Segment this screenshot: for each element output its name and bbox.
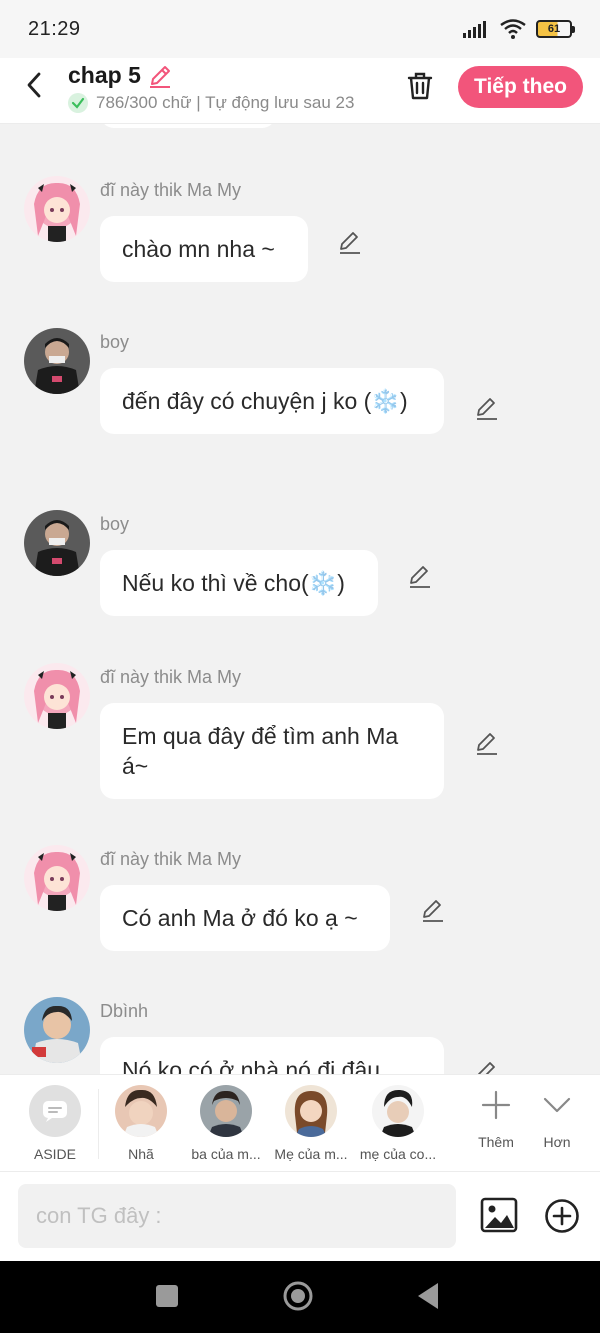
input-bar [0, 1172, 600, 1261]
message-text: Nếu ko thì về cho(❄️) [122, 570, 345, 596]
trash-icon[interactable] [404, 70, 436, 102]
aside-chat-icon [29, 1085, 81, 1137]
edit-title-icon[interactable] [147, 63, 173, 89]
message-bubble[interactable]: chào mn nha ~ [100, 216, 308, 282]
character-item[interactable]: ba của m... [183, 1085, 269, 1162]
recent-apps-icon[interactable] [156, 1285, 178, 1307]
avatar[interactable] [24, 997, 90, 1063]
message-bubble[interactable]: Nó ko có ở nhà nó đi đâu [100, 1037, 444, 1074]
add-character-button[interactable]: Thêm [466, 1089, 526, 1150]
sender-name: đĩ này thik Ma My [100, 849, 242, 869]
sender-name: đĩ này thik Ma My [100, 667, 242, 687]
character-item[interactable]: Mẹ của m... [268, 1085, 354, 1162]
chevron-down-icon [543, 1097, 571, 1113]
edit-message-icon[interactable] [337, 229, 363, 255]
plus-icon [481, 1090, 511, 1120]
message-text: Em qua đây để tìm anh Ma á~ [122, 723, 399, 779]
avatar [200, 1085, 252, 1137]
sender-name: Dbình [100, 1001, 149, 1021]
character-item[interactable]: mẹ của co... [355, 1085, 441, 1162]
add-character-label: Thêm [478, 1134, 514, 1150]
previous-message-bubble [100, 124, 276, 128]
avatar[interactable] [24, 328, 90, 394]
avatar[interactable] [24, 510, 90, 576]
add-circle-icon[interactable] [544, 1198, 580, 1234]
sender-name: đĩ này thik Ma My [100, 180, 242, 200]
back-arrow-icon[interactable] [20, 70, 50, 100]
message-bubble[interactable]: đến đây có chuyện j ko (❄️) [100, 368, 444, 434]
word-count-status: 786/300 chữ | Tự động lưu sau 23 [96, 93, 355, 112]
avatar [372, 1085, 424, 1137]
status-icons: 61 [462, 19, 575, 39]
nav-back-icon[interactable] [416, 1281, 440, 1311]
message-input[interactable] [18, 1184, 456, 1248]
message-text: Có anh Ma ở đó ko ạ ~ [122, 905, 358, 931]
image-icon[interactable] [480, 1196, 518, 1234]
wifi-icon [500, 19, 526, 39]
title-area: chap 5 786/300 chữ | Tự động lưu sau 23 [68, 62, 354, 113]
message-text: đến đây có chuyện j ko (❄️) [122, 388, 408, 414]
character-item[interactable]: Nhã [98, 1085, 184, 1162]
battery-icon: 61 [536, 20, 575, 38]
message-bubble[interactable]: Có anh Ma ở đó ko ạ ~ [100, 885, 390, 951]
avatar [115, 1085, 167, 1137]
edit-message-icon[interactable] [420, 897, 446, 923]
character-name: mẹ của co... [359, 1146, 437, 1162]
character-name: ba của m... [191, 1146, 261, 1162]
message-text: chào mn nha ~ [122, 236, 275, 262]
edit-message-icon[interactable] [474, 1059, 500, 1074]
chapter-title: chap 5 [68, 62, 141, 88]
character-aside[interactable]: ASIDE [12, 1085, 98, 1162]
expand-characters-button[interactable]: Hơn [527, 1089, 587, 1150]
character-name: Nhã [128, 1146, 154, 1162]
avatar[interactable] [24, 176, 90, 242]
message-text: Nó ko có ở nhà nó đi đâu [122, 1057, 381, 1074]
avatar [285, 1085, 337, 1137]
avatar[interactable] [24, 663, 90, 729]
signal-icon [463, 21, 486, 38]
avatar[interactable] [24, 845, 90, 911]
home-icon[interactable] [282, 1280, 314, 1312]
title-row: chap 5 [68, 62, 354, 89]
sender-name: boy [100, 514, 130, 534]
sender-name: boy [100, 332, 130, 352]
character-bar: ASIDE Nhã ba của m... Mẹ của m... mẹ của… [0, 1074, 600, 1172]
edit-message-icon[interactable] [474, 395, 500, 421]
system-nav-bar [0, 1261, 600, 1333]
character-name: ASIDE [33, 1146, 76, 1162]
save-status-row: 786/300 chữ | Tự động lưu sau 23 [68, 93, 354, 113]
next-button[interactable]: Tiếp theo [458, 66, 583, 108]
edit-message-icon[interactable] [407, 563, 433, 589]
message-bubble[interactable]: Nếu ko thì về cho(❄️) [100, 550, 378, 616]
battery-level: 61 [547, 23, 561, 35]
expand-characters-label: Hơn [543, 1134, 571, 1150]
message-bubble[interactable]: Em qua đây để tìm anh Ma á~ [100, 703, 444, 799]
check-icon [68, 93, 88, 113]
status-time: 21:29 [28, 17, 81, 40]
character-name: Mẹ của m... [274, 1146, 348, 1162]
editor-header: chap 5 786/300 chữ | Tự động lưu sau 23 … [0, 58, 600, 124]
chat-area[interactable]: đĩ này thik Ma My chào mn nha ~ boy đến … [0, 124, 600, 1074]
status-bar: 21:29 61 [0, 0, 600, 58]
edit-message-icon[interactable] [474, 730, 500, 756]
